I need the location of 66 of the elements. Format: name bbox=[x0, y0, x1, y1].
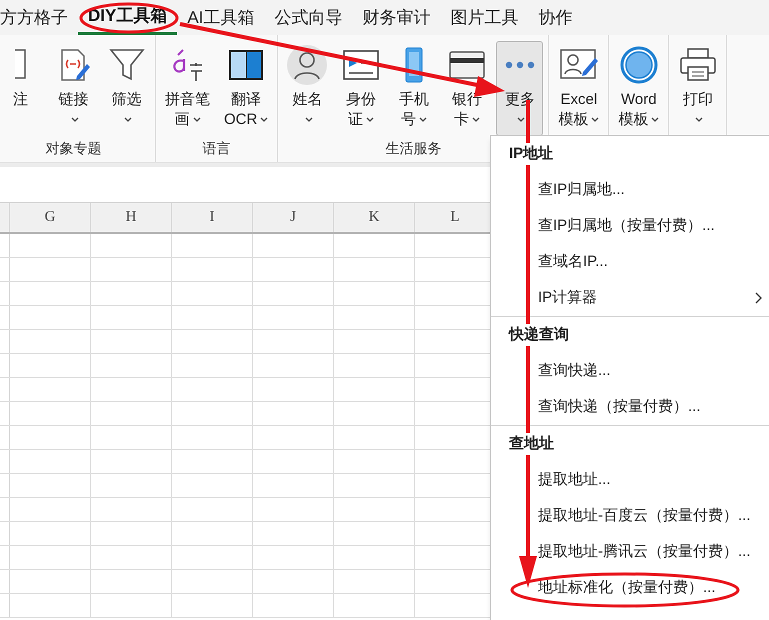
button-label: 翻译 bbox=[231, 90, 262, 110]
funnel-icon bbox=[108, 47, 144, 83]
group-label: 语言 bbox=[202, 138, 231, 158]
menu-item[interactable]: 提取地址-百度云（按量付费）... bbox=[491, 498, 769, 534]
column-header[interactable]: J bbox=[290, 206, 296, 229]
button-label: Word bbox=[621, 90, 657, 110]
menu-item[interactable]: 查询快递（按量付费）... bbox=[491, 389, 769, 425]
button-label: OCR bbox=[224, 110, 258, 130]
group-label: 对象专题 bbox=[46, 138, 102, 158]
button-label: 模板 bbox=[618, 110, 648, 130]
button-label: 号 bbox=[400, 110, 416, 130]
button-label: 打印 bbox=[682, 90, 713, 110]
bank-card-icon bbox=[448, 50, 485, 80]
ribbon-tab[interactable]: 图片工具 bbox=[440, 0, 528, 35]
more-icon bbox=[504, 61, 535, 69]
column-header[interactable]: H bbox=[126, 206, 136, 229]
ribbon-tab[interactable]: 协作 bbox=[528, 0, 582, 35]
note-icon bbox=[14, 48, 26, 82]
button-label: 身份 bbox=[346, 90, 376, 110]
ribbon-button[interactable]: 注 bbox=[0, 41, 44, 136]
menu-item[interactable]: 提取地址... bbox=[491, 462, 769, 498]
button-label: 证 bbox=[348, 110, 363, 130]
menu-item[interactable]: 地址标准化（按量付费）... bbox=[491, 570, 769, 606]
button-label: 画 bbox=[174, 110, 190, 130]
ribbon-button[interactable]: 打印 bbox=[674, 41, 722, 136]
ribbon-button[interactable]: 身份 证 bbox=[337, 41, 384, 136]
button-label: 姓名 bbox=[292, 90, 322, 110]
menu-section-header: 快递查询 bbox=[509, 324, 569, 346]
ribbon-button[interactable]: 拼音笔 画 bbox=[161, 41, 214, 136]
split-panel-icon bbox=[228, 48, 264, 82]
ribbon-tab[interactable]: 财务审计 bbox=[352, 0, 440, 35]
column-header[interactable]: I bbox=[210, 206, 214, 229]
ribbon-button[interactable]: 筛选 bbox=[103, 41, 150, 136]
ribbon-button[interactable]: Word 模板 bbox=[614, 41, 664, 136]
person-card-pen-icon bbox=[558, 48, 599, 82]
ribbon-tab[interactable]: AI工具箱 bbox=[177, 0, 264, 35]
ribbon-button[interactable]: 手机 号 bbox=[390, 41, 438, 136]
ribbon-tab[interactable]: 公式向导 bbox=[264, 0, 352, 35]
column-header[interactable]: G bbox=[44, 206, 56, 229]
ribbon-button[interactable]: 翻译 OCR bbox=[220, 41, 272, 136]
menu-section-header: IP地址 bbox=[509, 142, 554, 166]
menu-item[interactable]: 查IP归属地（按量付费）... bbox=[491, 208, 769, 244]
menu-item[interactable]: 查IP归属地... bbox=[491, 172, 769, 208]
menu-item[interactable]: 提取地址-腾讯云（按量付费）... bbox=[491, 534, 769, 570]
ribbon-button[interactable]: Excel 模板 bbox=[554, 41, 604, 136]
person-icon bbox=[287, 45, 328, 85]
button-label: Excel bbox=[560, 90, 598, 110]
column-header[interactable]: L bbox=[450, 206, 460, 229]
button-label: 模板 bbox=[558, 110, 588, 130]
ribbon-tab[interactable]: 方方格子 bbox=[0, 0, 78, 35]
ribbon-button[interactable]: 姓名 bbox=[283, 41, 332, 136]
button-label: 链接 bbox=[58, 90, 88, 110]
group-label: 生活服务 bbox=[385, 138, 442, 158]
circle-icon bbox=[620, 46, 658, 84]
button-label: 拼音笔 bbox=[165, 90, 210, 110]
menu-item[interactable]: 查域名IP... bbox=[491, 244, 769, 280]
button-label: 卡 bbox=[454, 110, 469, 130]
column-header[interactable]: K bbox=[368, 206, 380, 229]
button-label: 筛选 bbox=[112, 90, 142, 110]
printer-icon bbox=[678, 47, 717, 83]
menu-item[interactable]: IP计算器 bbox=[491, 280, 769, 316]
ribbon-button[interactable]: 链接 bbox=[50, 41, 97, 136]
menu-section-header: 查地址 bbox=[509, 432, 554, 456]
button-label: 注 bbox=[13, 90, 28, 110]
button-label: 手机 bbox=[398, 90, 429, 110]
menu-item[interactable]: 查询快递... bbox=[491, 353, 769, 389]
